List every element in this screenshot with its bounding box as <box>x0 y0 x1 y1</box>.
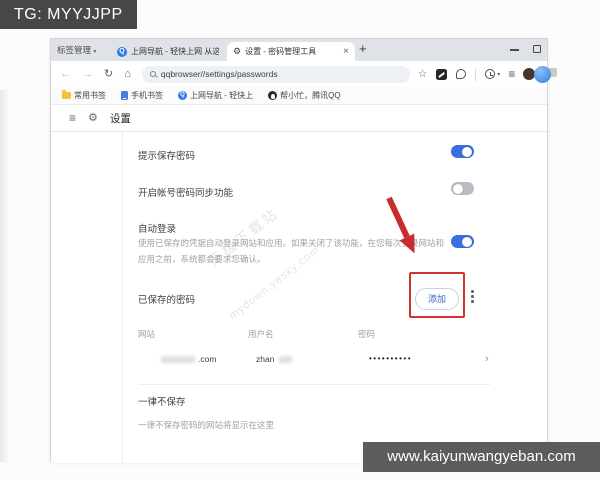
never-save-title: 一律不保存 <box>138 394 186 408</box>
toggle-knob <box>462 237 472 247</box>
toggle-label-sync: 开启帐号密码同步功能 <box>138 185 233 199</box>
bookmark-star-icon[interactable]: ☆ <box>418 68 427 80</box>
forward-icon[interactable]: → <box>82 69 93 80</box>
bookmark-label: 帮小忙，腾讯QQ <box>280 90 340 101</box>
tab-label: 设置 - 密码管理工具 <box>245 46 339 57</box>
page-title: 设置 <box>110 111 131 126</box>
qqbrowser-logo-icon: Q <box>178 91 187 100</box>
column-header-password: 密码 <box>358 328 375 340</box>
close-icon[interactable]: × <box>343 47 349 57</box>
saved-passwords-title: 已保存的密码 <box>138 292 195 306</box>
username-cell: zhan <box>256 354 274 364</box>
home-icon[interactable]: ⌂ <box>124 69 131 80</box>
toggle-label-save-prompt: 提示保存密码 <box>138 148 195 162</box>
toggle-save-prompt[interactable] <box>451 145 474 158</box>
highlight-red-box <box>409 272 465 318</box>
tab-manage-label: 标签管理 <box>57 45 91 55</box>
kebab-menu-icon[interactable] <box>471 290 474 305</box>
penguin-icon <box>268 91 277 100</box>
annotation-arrow <box>382 193 430 267</box>
column-header-website: 网站 <box>138 328 155 340</box>
password-cell: •••••••••• <box>369 354 412 363</box>
bookmark-nav[interactable]: Q 上网导航 - 轻快上 <box>178 90 253 101</box>
table-row[interactable]: .com zhan •••••••••• › <box>51 353 547 367</box>
minimize-button[interactable] <box>510 49 519 51</box>
chevron-down-icon: ▾ <box>93 49 96 55</box>
bookmark-qq[interactable]: 帮小忙，腾讯QQ <box>268 90 340 101</box>
toggle-sync[interactable] <box>451 182 474 195</box>
url-text: qqbrowser//settings/passwords <box>161 69 278 79</box>
folder-icon <box>62 92 71 99</box>
settings-header: ≡ ⚙ 设置 <box>51 105 547 132</box>
new-tab-button[interactable]: + <box>359 41 367 56</box>
qqbrowser-logo-icon: Q <box>117 47 127 57</box>
never-save-hint: 一律不保存密码的网站将显示在这里 <box>138 419 274 431</box>
website-cell: .com <box>198 354 216 364</box>
search-icon <box>150 71 156 77</box>
toggle-autologin[interactable] <box>451 235 474 248</box>
bookmarks-bar: 常用书签 手机书签 Q 上网导航 - 轻快上 帮小忙，腾讯QQ <box>51 87 547 105</box>
reload-icon[interactable]: ↻ <box>104 69 113 80</box>
history-clock-icon[interactable] <box>485 69 495 79</box>
photo-edge-shadow <box>0 90 10 462</box>
browser-menu-icon[interactable]: ≡ <box>508 68 515 80</box>
tab-home[interactable]: Q 上网导航 - 轻快上网 从这里开始 <box>111 42 225 61</box>
bookmark-label: 常用书签 <box>74 90 106 101</box>
bookmark-mobile[interactable]: 手机书签 <box>121 90 163 101</box>
content-divider <box>122 132 123 463</box>
blurred-site-text <box>161 356 195 363</box>
settings-menu-icon[interactable]: ≡ <box>69 112 76 124</box>
maximize-button[interactable] <box>533 45 541 53</box>
site-watermark-label: www.kaiyunwangyeban.com <box>363 442 600 472</box>
download-icon[interactable] <box>456 69 466 79</box>
browser-window: 标签管理 ▾ Q 上网导航 - 轻快上网 从这里开始 ⚙ 设置 - 密码管理工具… <box>50 38 548 462</box>
tab-settings[interactable]: ⚙ 设置 - 密码管理工具 × <box>227 42 355 61</box>
gear-icon: ⚙ <box>233 47 241 56</box>
row-divider <box>138 384 490 385</box>
blurred-user-text <box>279 356 292 363</box>
tab-label: 上网导航 - 轻快上网 从这里开始 <box>131 46 219 57</box>
column-header-username: 用户名 <box>248 328 274 340</box>
assistant-orb-icon[interactable] <box>534 66 551 83</box>
chevron-down-icon[interactable]: ▾ <box>497 71 500 78</box>
settings-content: 天极下载站 mydown.yesky.com 提示保存密码 开启帐号密码同步功能… <box>51 132 547 463</box>
bookmark-label: 手机书签 <box>131 90 163 101</box>
toggle-label-autologin: 自动登录 <box>138 221 176 235</box>
back-icon[interactable]: ← <box>60 69 71 80</box>
tab-strip: 标签管理 ▾ Q 上网导航 - 轻快上网 从这里开始 ⚙ 设置 - 密码管理工具… <box>51 39 547 61</box>
toggle-knob <box>462 147 472 157</box>
browser-toolbar: ← → ↻ ⌂ qqbrowser//settings/passwords ☆ … <box>51 61 547 87</box>
translate-extension-icon[interactable] <box>436 69 447 80</box>
tab-manage-button[interactable]: 标签管理 ▾ <box>57 39 96 61</box>
toggle-knob <box>453 184 463 194</box>
gear-icon: ⚙ <box>88 113 98 124</box>
toolbar-divider <box>475 68 476 81</box>
address-bar[interactable]: qqbrowser//settings/passwords <box>142 66 410 83</box>
bookmark-label: 上网导航 - 轻快上 <box>190 90 253 101</box>
tg-watermark-label: TG: MYYJJPP <box>0 0 137 29</box>
bookmark-common[interactable]: 常用书签 <box>62 90 106 101</box>
chevron-right-icon[interactable]: › <box>485 354 489 365</box>
phone-icon <box>121 91 128 100</box>
